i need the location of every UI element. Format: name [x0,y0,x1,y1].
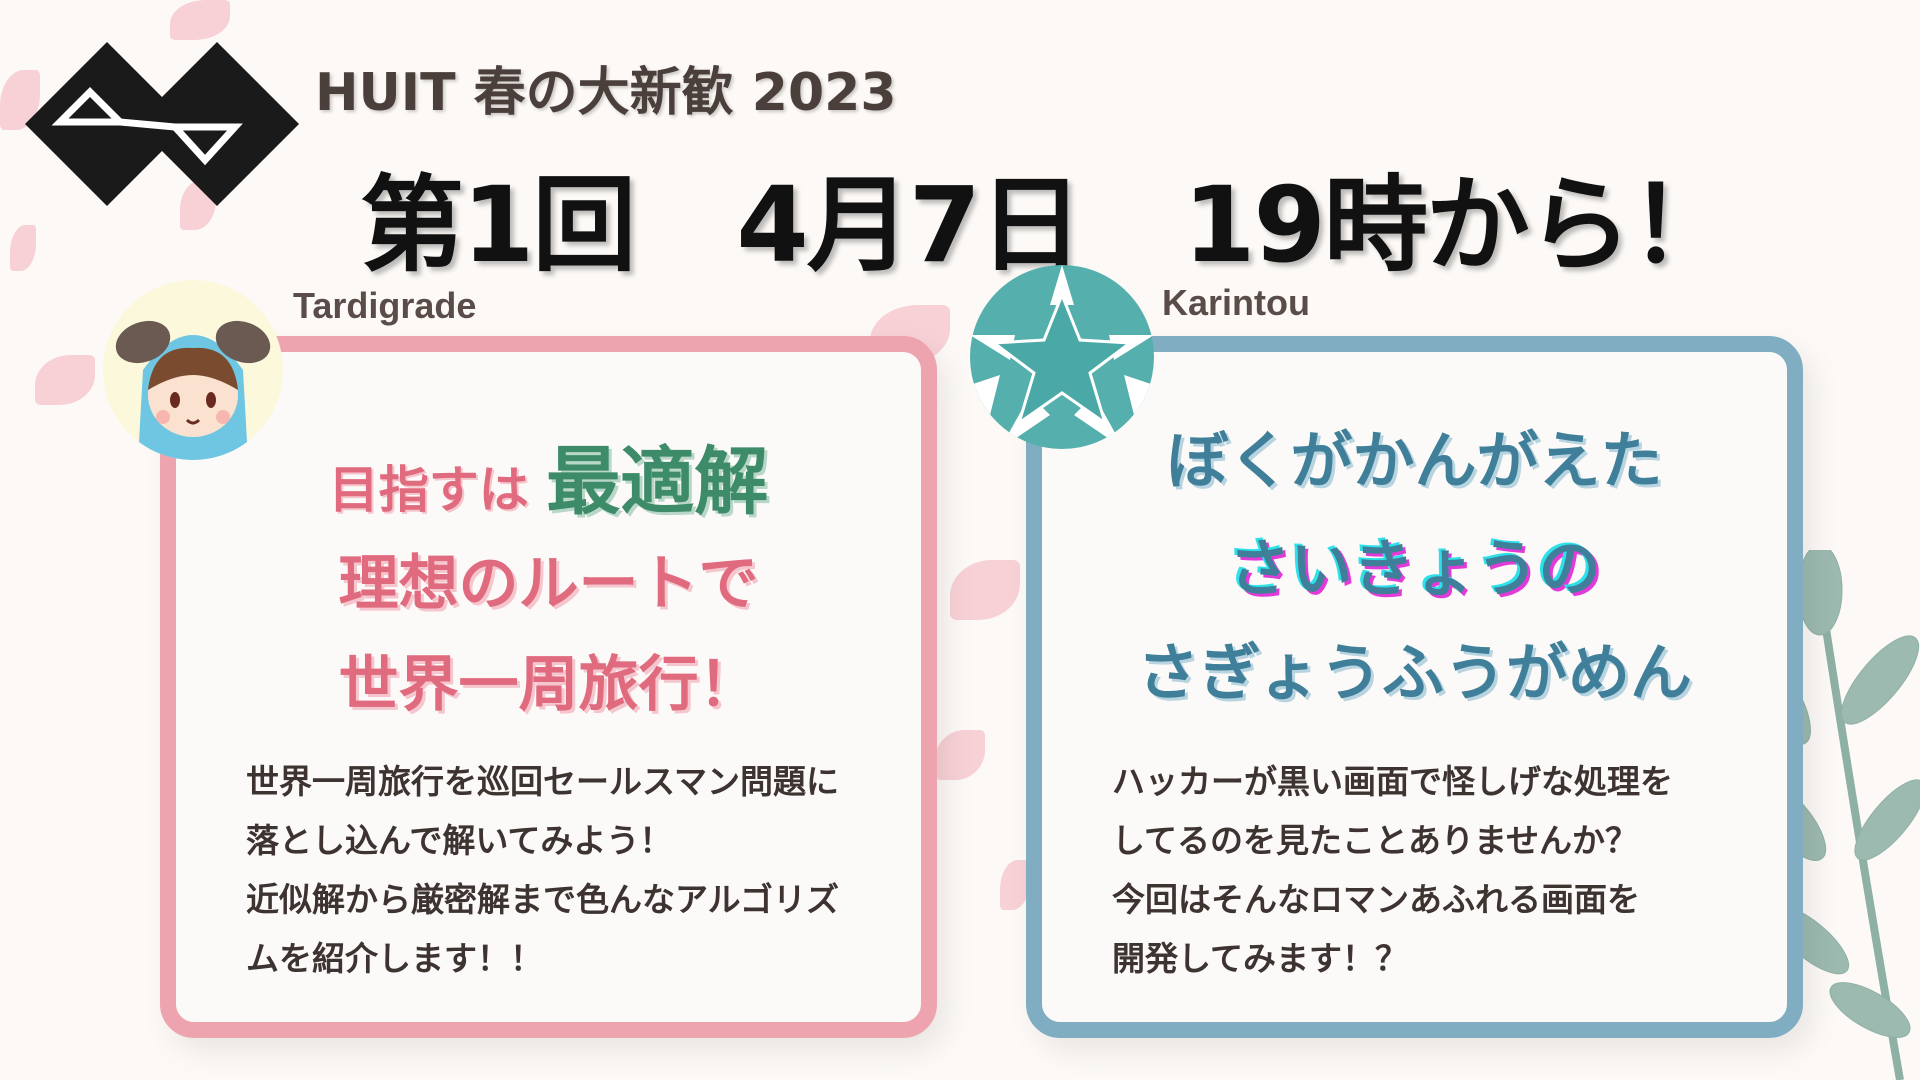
heading-line-2: 理想のルートで [338,549,759,619]
description-line: 近似解から厳密解まで色んなアルゴリズ [246,880,840,919]
talk-heading: 目指すは 最適解 理想のルートで 世界一周旅行！ [176,422,921,723]
description-line: 落とし込んで解いてみよう！ [246,821,673,860]
talk-description: 世界一周旅行を巡回セールスマン問題に 落とし込んで解いてみよう！ 近似解から厳密… [246,752,881,988]
event-subtitle: HUIT 春の大新歓 2023 [315,63,897,123]
description-line: ハッカーが黒い画面で怪しげな処理を [1112,762,1673,801]
tardigrade-avatar [103,280,283,460]
talk-card-karintou: ぼくがかんがえた さいきょうの さぎょうふうがめん ハッカーが黒い画面で怪しげな… [1026,336,1803,1038]
heading-line-1: ぼくがかんがえた [1166,424,1663,497]
description-line: してるのを見たことありませんか？ [1112,821,1639,860]
heading-line-3: さぎょうふうがめん [1137,636,1692,709]
talk-card-tardigrade: 目指すは 最適解 理想のルートで 世界一周旅行！ 世界一周旅行を巡回セールスマン… [160,336,937,1038]
description-line: 今回はそんなロマンあふれる画面を [1112,880,1640,919]
speaker-name: Tardigrade [293,285,477,326]
petal-decoration [35,355,95,405]
karintou-avatar [970,265,1154,449]
heading-prefix: 目指すは [328,461,529,519]
petal-decoration [10,225,36,271]
heading-line-2: さいきょうの [1228,532,1601,605]
petal-decoration [935,730,985,780]
heading-line-3: 世界一周旅行！ [338,650,759,720]
huit-logo [25,42,299,206]
petal-decoration [170,0,230,40]
petal-decoration [950,560,1020,620]
speaker-name: Karintou [1162,282,1310,323]
heading-emphasis: 最適解 [546,439,769,525]
description-line: 開発してみます！？ [1112,939,1409,978]
talk-heading: ぼくがかんがえた さいきょうの さぎょうふうがめん [1042,410,1787,712]
talk-description: ハッカーが黒い画面で怪しげな処理を してるのを見たことありませんか？ 今回はそん… [1112,752,1747,988]
description-line: ムを紹介します！！ [246,939,543,978]
description-line: 世界一周旅行を巡回セールスマン問題に [246,762,840,801]
